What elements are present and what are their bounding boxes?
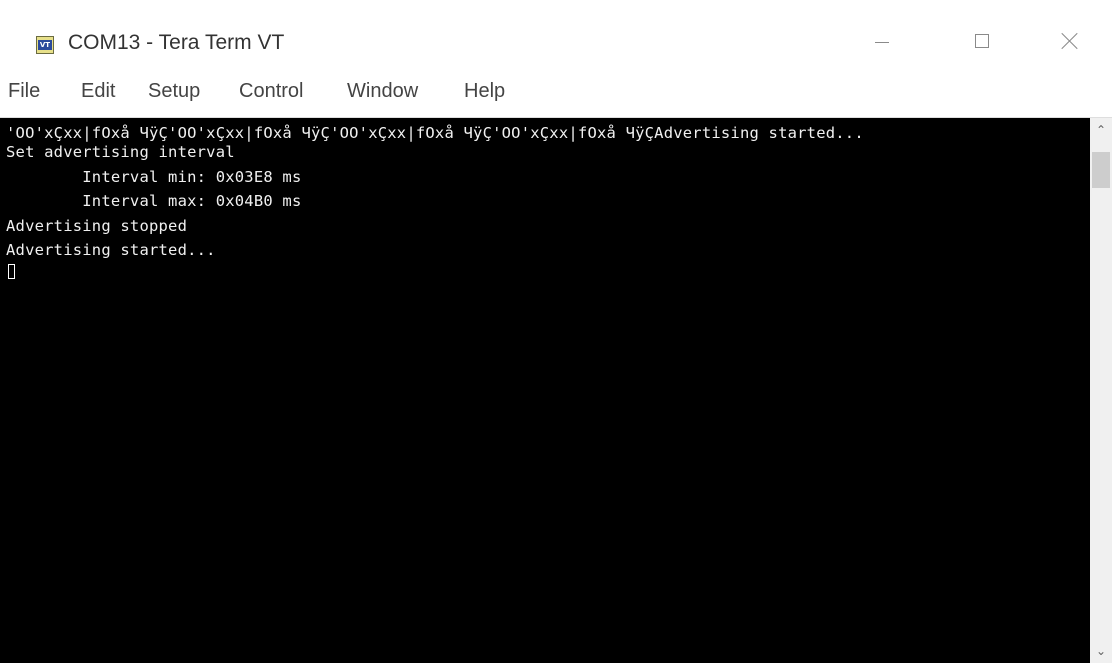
terminal-cursor <box>8 264 15 279</box>
terminal-line: 'OO'xÇxx|fOxå ЧÿÇ'OO'xÇxx|fOxå ЧÿÇ'OO'xÇ… <box>6 124 864 142</box>
chevron-down-icon: ⌄ <box>1095 644 1107 658</box>
menu-edit[interactable]: Edit <box>81 80 115 103</box>
terminal-line: Advertising stopped <box>6 217 188 235</box>
scroll-up-button[interactable]: ⌃ <box>1090 118 1112 142</box>
menu-window[interactable]: Window <box>347 80 418 103</box>
scrollbar-thumb[interactable] <box>1092 152 1110 188</box>
maximize-button[interactable] <box>938 10 1026 72</box>
scroll-down-button[interactable]: ⌄ <box>1090 639 1112 663</box>
menu-setup[interactable]: Setup <box>148 80 200 103</box>
close-icon <box>1060 31 1080 51</box>
menu-bar: File Edit Setup Control Window Help <box>0 72 1112 118</box>
terminal-line: Interval min: 0x03E8 ms <box>6 168 302 186</box>
maximize-icon <box>975 34 989 48</box>
app-icon-label: VT <box>38 40 52 50</box>
menu-help[interactable]: Help <box>464 80 505 103</box>
terminal-line: Interval max: 0x04B0 ms <box>6 192 302 210</box>
window-title: COM13 - Tera Term VT <box>68 31 285 54</box>
chevron-up-icon: ⌃ <box>1095 123 1107 137</box>
minimize-button[interactable] <box>838 10 926 72</box>
menu-control[interactable]: Control <box>239 80 303 103</box>
terminal-line: Set advertising interval <box>6 143 235 161</box>
close-button[interactable] <box>1026 10 1112 72</box>
tera-term-app-icon[interactable]: VT <box>36 36 54 54</box>
terminal-output[interactable]: 'OO'xÇxx|fOxå ЧÿÇ'OO'xÇxx|fOxå ЧÿÇ'OO'xÇ… <box>0 118 1090 663</box>
window-top-edge <box>0 0 1112 10</box>
vertical-scrollbar[interactable]: ⌃ ⌄ <box>1090 118 1112 663</box>
terminal-line: Advertising started... <box>6 241 216 259</box>
menu-file[interactable]: File <box>8 80 40 103</box>
tera-term-window: VT COM13 - Tera Term VT File Edit Setup … <box>0 0 1112 663</box>
minimize-icon <box>875 41 889 43</box>
